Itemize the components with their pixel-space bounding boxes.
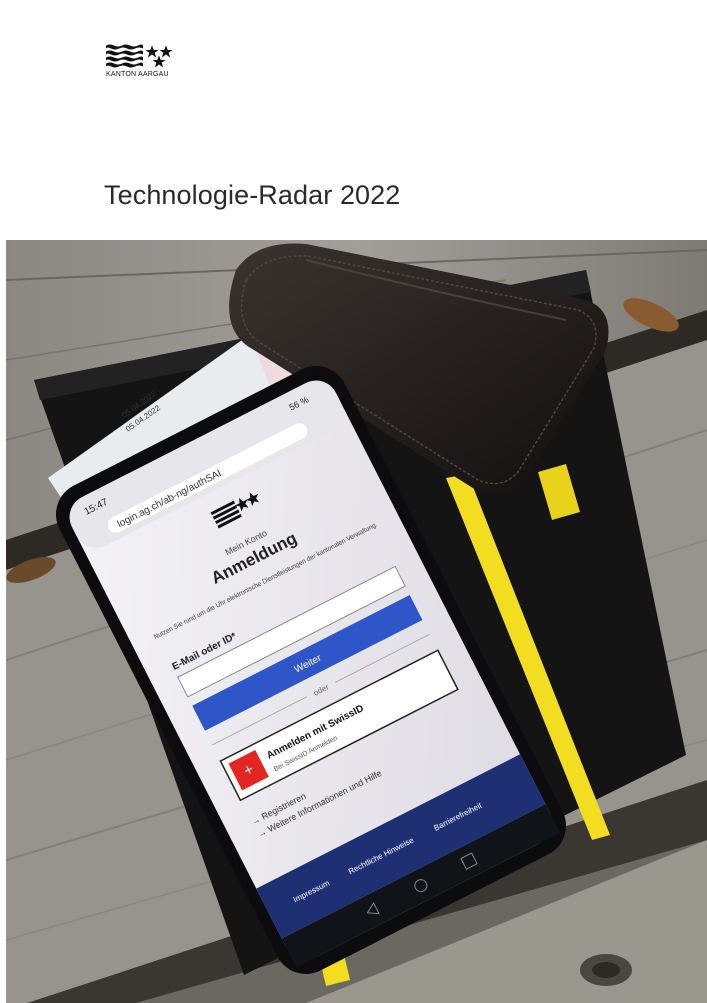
document-title: Technologie-Radar 2022	[104, 180, 401, 211]
cover-photo: 05.04.2022 05.04.2022 15:47 56 % login.a…	[6, 240, 707, 1003]
logo-caption: KANTON AARGAU	[106, 71, 169, 78]
cover-header: KANTON AARGAU Technologie-Radar 2022	[0, 0, 707, 240]
